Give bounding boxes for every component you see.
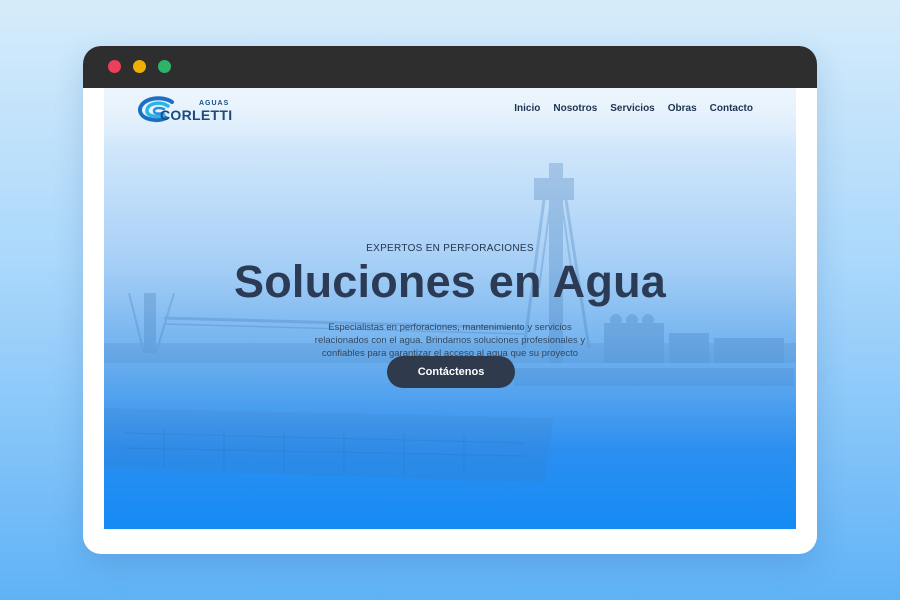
hero-background-image (104, 162, 796, 483)
nav-item-contacto[interactable]: Contacto (710, 103, 753, 114)
minimize-window-button[interactable] (133, 60, 146, 73)
hero-eyebrow: EXPERTOS EN PERFORACIONES (366, 243, 534, 254)
nav-item-nosotros[interactable]: Nosotros (553, 103, 597, 114)
contact-button[interactable]: Contáctenos (387, 356, 515, 388)
hero-title: Soluciones en Agua (233, 256, 666, 307)
site-logo[interactable]: AGUAS CORLETTI (136, 96, 232, 124)
website-viewport: AGUAS CORLETTI Inicio Nosotros Servicios… (104, 88, 796, 529)
main-nav: Inicio Nosotros Servicios Obras Contacto (514, 103, 753, 114)
maximize-window-button[interactable] (158, 60, 171, 73)
browser-window: AGUAS CORLETTI Inicio Nosotros Servicios… (83, 46, 817, 554)
site-header: AGUAS CORLETTI Inicio Nosotros Servicios… (104, 88, 796, 132)
logo-subtitle: AGUAS (199, 100, 230, 107)
nav-item-servicios[interactable]: Servicios (610, 103, 654, 114)
nav-item-inicio[interactable]: Inicio (514, 103, 540, 114)
logo-title: CORLETTI (160, 107, 233, 123)
window-titlebar (83, 46, 817, 88)
nav-item-obras[interactable]: Obras (668, 103, 697, 114)
close-window-button[interactable] (108, 60, 121, 73)
